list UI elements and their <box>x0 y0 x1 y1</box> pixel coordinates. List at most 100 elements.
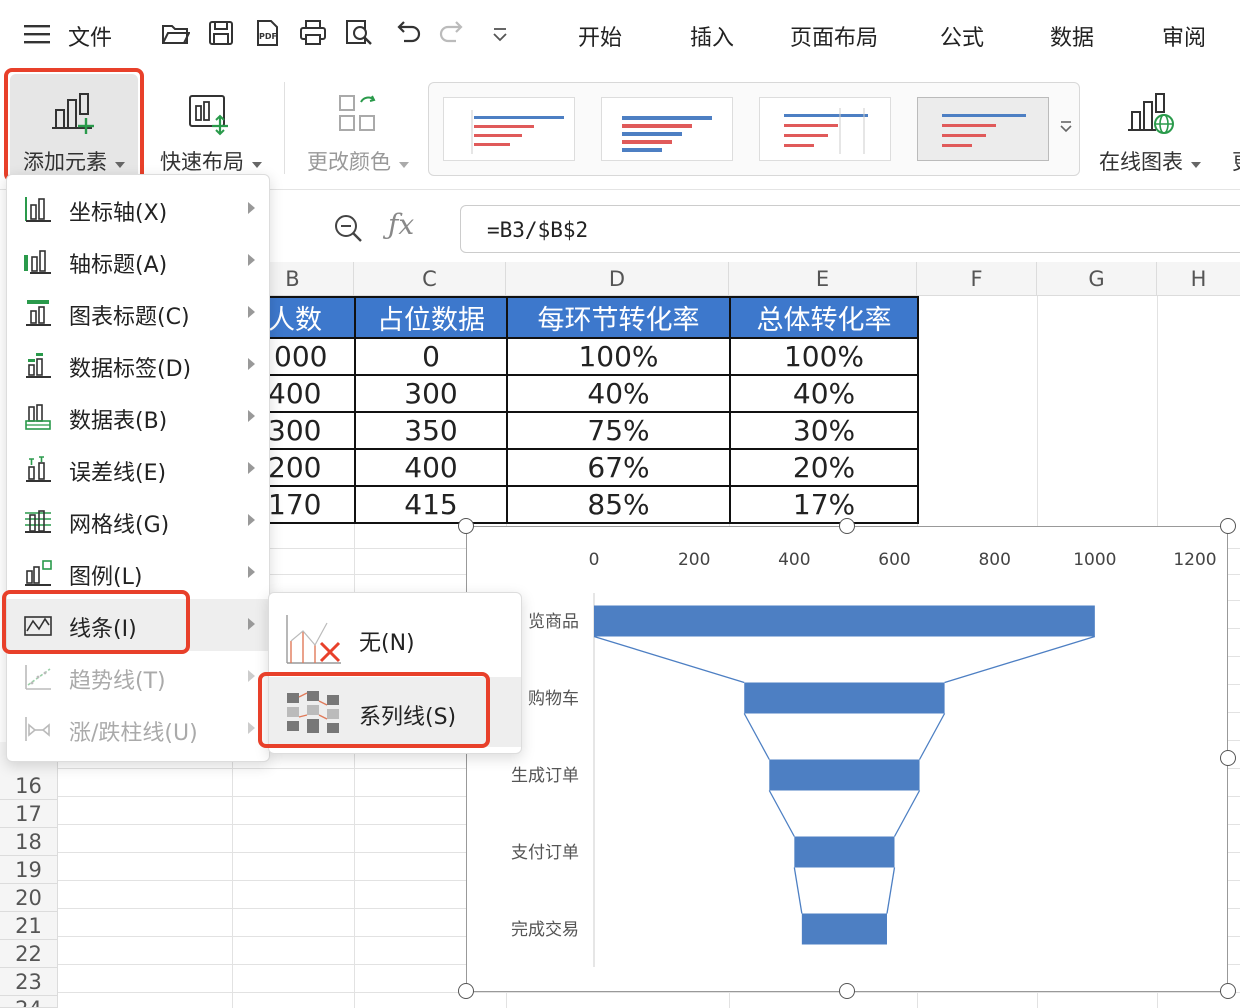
open-folder-icon[interactable] <box>160 18 191 48</box>
resize-handle[interactable] <box>839 983 855 999</box>
chevron-right-icon <box>248 462 255 474</box>
category-label: 完成交易 <box>511 920 579 940</box>
cell[interactable]: 100% <box>506 337 731 376</box>
cell[interactable]: 85% <box>506 485 731 524</box>
cell[interactable]: 40% <box>506 374 731 413</box>
row-header[interactable]: 20 <box>0 884 58 912</box>
chevron-right-icon <box>248 410 255 422</box>
resize-handle[interactable] <box>458 983 474 999</box>
col-header-c[interactable]: C <box>354 262 506 296</box>
table-row: 400 300 40% 40% <box>232 374 919 413</box>
table-row: 200 400 67% 20% <box>232 448 919 487</box>
hamburger-menu-icon[interactable] <box>24 24 50 44</box>
submenu-item-none[interactable]: 无(N) <box>269 603 521 673</box>
legend-icon <box>23 559 53 587</box>
customize-toolbar-icon[interactable] <box>486 20 516 50</box>
change-color-button[interactable]: 更改颜色 <box>296 74 420 180</box>
menu-item-label: 误差线(E) <box>69 461 167 486</box>
redo-icon[interactable] <box>438 18 468 48</box>
menu-item-data-table[interactable]: 数据表(B) <box>7 391 269 443</box>
highlight-box <box>258 672 490 748</box>
col-header-h[interactable]: H <box>1157 262 1240 296</box>
col-header-d[interactable]: D <box>506 262 729 296</box>
zoom-formula-icon[interactable] <box>332 212 364 244</box>
x-tick-label: 0 <box>589 550 600 570</box>
cell[interactable]: 40% <box>729 374 919 413</box>
row-header[interactable]: 21 <box>0 912 58 940</box>
formula-input[interactable]: =B3/$B$2 <box>460 205 1240 253</box>
cell[interactable]: 20% <box>729 448 919 487</box>
quick-layout-icon <box>186 90 234 138</box>
resize-handle[interactable] <box>1220 750 1236 766</box>
menu-item-updown-bars[interactable]: 涨/跌柱线(U) <box>7 703 269 755</box>
cell[interactable]: 100% <box>729 337 919 376</box>
tab-review[interactable]: 审阅 <box>1162 20 1206 52</box>
row-header[interactable]: 17 <box>0 800 58 828</box>
cell[interactable]: 300 <box>354 374 508 413</box>
print-icon[interactable] <box>298 18 328 48</box>
row-header[interactable]: 23 <box>0 968 58 996</box>
menu-item-chart-title[interactable]: 图表标题(C) <box>7 287 269 339</box>
tab-data[interactable]: 数据 <box>1050 20 1094 52</box>
col-header-f[interactable]: F <box>917 262 1037 296</box>
menu-item-data-labels[interactable]: 数据标签(D) <box>7 339 269 391</box>
x-tick-label: 200 <box>678 550 710 570</box>
funnel-bar <box>794 836 895 868</box>
undo-icon[interactable] <box>392 18 422 48</box>
series-line <box>743 713 770 760</box>
save-icon[interactable] <box>206 18 236 48</box>
row-header[interactable]: 19 <box>0 856 58 884</box>
cell[interactable]: 30% <box>729 411 919 450</box>
chart-style-thumbnail[interactable] <box>759 97 891 161</box>
tab-formulas[interactable]: 公式 <box>940 20 984 52</box>
menu-item-axis[interactable]: 坐标轴(X) <box>7 183 269 235</box>
category-label: 生成订单 <box>511 766 579 786</box>
chart-style-thumbnail[interactable] <box>443 97 575 161</box>
gridline-icon <box>23 507 53 535</box>
file-menu[interactable]: 文件 <box>68 20 112 52</box>
funnel-chart[interactable]: 0 200 400 600 800 1000 1200 览商品 购物车 生成订单 支付订单 完成交易 <box>466 526 1228 992</box>
function-icon[interactable]: ƒx <box>388 208 414 241</box>
cell[interactable]: 67% <box>506 448 731 487</box>
menu-item-gridlines[interactable]: 网格线(G) <box>7 495 269 547</box>
tab-home[interactable]: 开始 <box>578 20 622 52</box>
cell[interactable]: 350 <box>354 411 508 450</box>
row-header[interactable]: 22 <box>0 940 58 968</box>
online-chart-button[interactable]: 在线图表 <box>1090 74 1210 180</box>
cell[interactable]: 75% <box>506 411 731 450</box>
col-header-g[interactable]: G <box>1037 262 1157 296</box>
chevron-right-icon <box>248 254 255 266</box>
export-pdf-icon[interactable]: PDF <box>252 18 282 48</box>
row-header[interactable]: 16 <box>0 772 58 800</box>
resize-handle[interactable] <box>839 518 855 534</box>
menu-item-error-bars[interactable]: 误差线(E) <box>7 443 269 495</box>
row-header[interactable]: 18 <box>0 828 58 856</box>
row-header[interactable]: 24 <box>0 996 58 1008</box>
cell[interactable]: 400 <box>354 448 508 487</box>
menu-item-trendline[interactable]: 趋势线(T) <box>7 651 269 703</box>
tab-page-layout[interactable]: 页面布局 <box>790 20 878 52</box>
header-cell[interactable]: 占位数据 <box>354 296 508 339</box>
gallery-more-icon[interactable] <box>1059 119 1073 133</box>
cell[interactable]: 415 <box>354 485 508 524</box>
x-tick-label: 400 <box>778 550 810 570</box>
chevron-right-icon <box>248 306 255 318</box>
print-preview-icon[interactable] <box>344 18 374 48</box>
chevron-right-icon <box>248 202 255 214</box>
resize-handle[interactable] <box>1220 518 1236 534</box>
header-cell[interactable]: 每环节转化率 <box>506 296 731 339</box>
cell[interactable]: 17% <box>729 485 919 524</box>
tab-insert[interactable]: 插入 <box>690 20 734 52</box>
cell[interactable]: 0 <box>354 337 508 376</box>
resize-handle[interactable] <box>1220 983 1236 999</box>
menu-item-axis-title[interactable]: 轴标题(A) <box>7 235 269 287</box>
series-line <box>886 867 896 914</box>
chart-style-thumbnail[interactable] <box>601 97 733 161</box>
x-tick-label: 800 <box>978 550 1010 570</box>
col-header-e[interactable]: E <box>729 262 917 296</box>
resize-handle[interactable] <box>458 518 474 534</box>
header-cell[interactable]: 总体转化率 <box>729 296 919 339</box>
more-ribbon-label[interactable]: 更 <box>1232 146 1240 176</box>
quick-layout-button[interactable]: 快速布局 <box>148 74 274 180</box>
chart-style-thumbnail-selected[interactable] <box>917 97 1049 161</box>
